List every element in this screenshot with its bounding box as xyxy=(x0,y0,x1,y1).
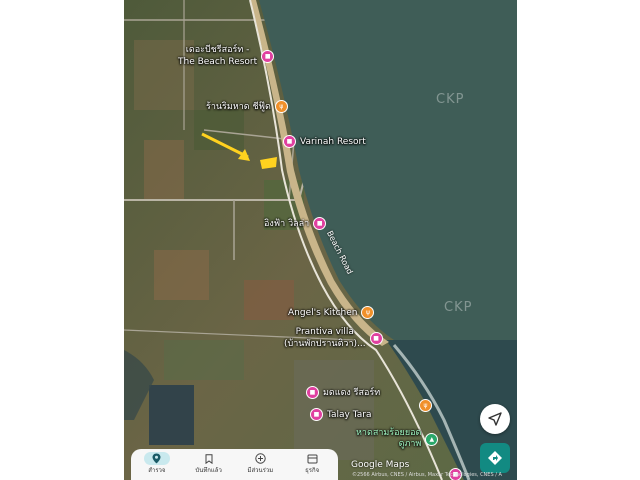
place-beach-resort[interactable]: ■ เดอะบีชรีสอร์ท - The Beach Resort xyxy=(178,44,275,68)
place-angels-kitchen[interactable]: ψ Angel's Kitchen xyxy=(288,306,375,319)
satellite-map[interactable]: CKP CKP Beach Road ■ เดอะบีชรีสอร์ท - Th… xyxy=(124,0,517,480)
bed-icon: ■ xyxy=(306,385,319,399)
bed-icon: ■ xyxy=(261,49,275,63)
directions-icon xyxy=(488,451,502,465)
nav-business[interactable]: ธุรกิจ xyxy=(288,452,336,475)
nav-contribute[interactable]: มีส่วนร่วม xyxy=(236,452,284,475)
place-ran-rim-hat[interactable]: ψ ร้านริมหาด ชีฟู๊ด xyxy=(206,99,288,113)
place-name: Varinah Resort xyxy=(300,136,366,147)
watermark-lower: CKP xyxy=(444,300,473,315)
place-hat-sam-roi[interactable]: ▲ หาดสามร้อยยอด ดูภาพ xyxy=(356,428,439,450)
place-prantiva[interactable]: ■ Prantiva villa (บ้านพักปรานติวา)... xyxy=(284,326,383,350)
add-circle-icon xyxy=(247,452,273,465)
place-name: Angel's Kitchen xyxy=(288,307,358,318)
place-talay-tara[interactable]: ■ Talay Tara xyxy=(310,408,371,421)
nav-label: บันทึกแล้ว xyxy=(195,467,222,474)
nav-explore[interactable]: สำรวจ xyxy=(133,452,181,475)
place-name: Prantiva villa xyxy=(295,327,354,337)
bed-icon: ■ xyxy=(369,331,383,345)
bed-icon: ■ xyxy=(313,216,327,230)
place-name-secondary: The Beach Resort xyxy=(178,57,258,67)
bed-icon: ■ xyxy=(310,408,323,421)
place-name: อิงฟ้า วิลล่า xyxy=(264,219,310,229)
restaurant-icon: ψ xyxy=(419,399,432,412)
bookmark-icon xyxy=(196,452,222,465)
my-location-button[interactable] xyxy=(480,404,510,434)
nav-label: สำรวจ xyxy=(148,467,166,474)
place-unnamed-restaurant[interactable]: ψ xyxy=(419,399,432,412)
bed-icon: ■ xyxy=(283,135,296,148)
store-icon xyxy=(299,452,325,465)
navigation-arrow-icon xyxy=(488,412,502,426)
park-icon: ▲ xyxy=(425,432,439,446)
place-ing-fah[interactable]: ■ อิงฟ้า วิลล่า xyxy=(264,216,327,230)
google-maps-logo: Google Maps xyxy=(351,460,410,470)
place-name: มดแดง รีสอร์ท xyxy=(323,388,381,398)
nav-label: มีส่วนร่วม xyxy=(247,467,274,474)
place-mod-daeng[interactable]: ■ มดแดง รีสอร์ท xyxy=(306,385,380,399)
place-name: Talay Tara xyxy=(327,409,372,420)
restaurant-icon: ψ xyxy=(361,306,375,319)
nav-label: ธุรกิจ xyxy=(305,467,320,474)
place-name: ร้านริมหาด ชีฟู๊ด xyxy=(206,102,271,112)
watermark: CKP xyxy=(436,92,465,107)
directions-button[interactable] xyxy=(480,443,510,473)
place-name-secondary: (บ้านพักปรานติวา)... xyxy=(284,339,366,349)
place-varinah[interactable]: ■ Varinah Resort xyxy=(283,135,366,148)
map-copyright: ©2566 Airbus, CNES / Airbus, Maxar Techn… xyxy=(352,472,502,478)
explore-icon xyxy=(143,452,170,465)
place-name-secondary: ดูภาพ xyxy=(398,439,422,449)
bottom-navigation: สำรวจ บันทึกแล้ว มีส่วนร่วม ธุรกิจ xyxy=(131,449,338,480)
place-name: เดอะบีชรีสอร์ท - xyxy=(185,45,250,55)
nav-saved[interactable]: บันทึกแล้ว xyxy=(185,452,233,475)
restaurant-icon: ψ xyxy=(274,99,288,113)
place-name: หาดสามร้อยยอด xyxy=(356,428,422,438)
